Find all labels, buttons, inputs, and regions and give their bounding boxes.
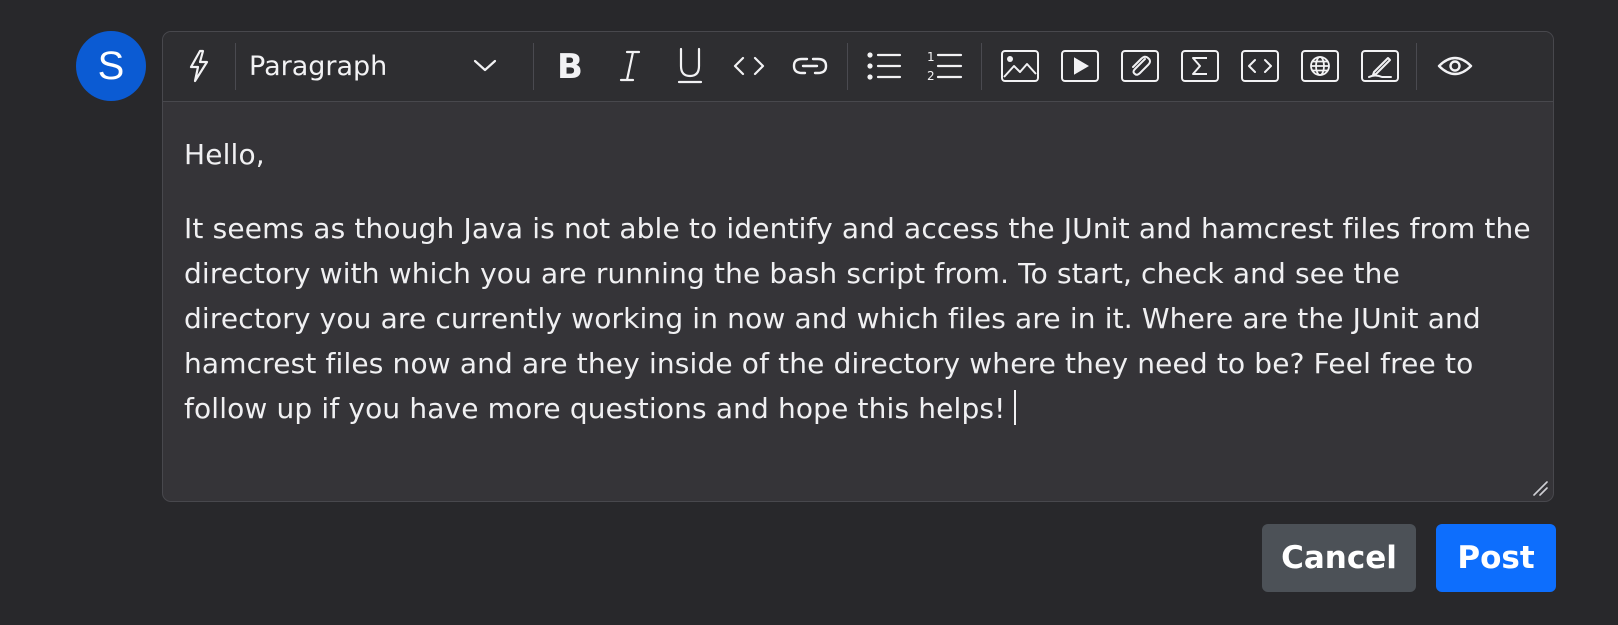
- svg-text:2: 2: [927, 69, 935, 82]
- cancel-button[interactable]: Cancel: [1262, 524, 1416, 592]
- bulleted-list-icon: [867, 52, 902, 80]
- insert-image-button[interactable]: [999, 46, 1041, 86]
- editor-content[interactable]: Hello, It seems as though Java is not ab…: [184, 132, 1533, 460]
- italic-button[interactable]: [610, 46, 650, 86]
- avatar-initial: S: [97, 44, 125, 88]
- insert-video-button[interactable]: [1059, 46, 1101, 86]
- ai-assist-button[interactable]: [179, 46, 219, 86]
- video-icon: [1061, 50, 1099, 82]
- underline-icon: [677, 47, 703, 84]
- image-icon: [1001, 50, 1039, 82]
- code-block-button[interactable]: [1239, 46, 1281, 86]
- block-format-dropdown[interactable]: Paragraph: [249, 46, 497, 86]
- body-text: It seems as though Java is not able to i…: [184, 212, 1531, 425]
- underline-button[interactable]: [670, 46, 710, 86]
- insert-web-embed-button[interactable]: [1299, 46, 1341, 86]
- numbered-list-icon: 1 2: [927, 50, 963, 82]
- toolbar-divider: [847, 43, 848, 90]
- preview-button[interactable]: [1433, 46, 1477, 86]
- chevron-down-icon: [473, 59, 497, 72]
- rich-text-editor: Paragraph B 1 2 Hello, It seems as thoug…: [162, 31, 1554, 502]
- eye-icon: [1437, 56, 1473, 76]
- numbered-list-button[interactable]: 1 2: [923, 46, 965, 86]
- lightning-bolt-icon: [189, 49, 209, 83]
- text-cursor: [1013, 390, 1016, 425]
- insert-math-button[interactable]: [1179, 46, 1221, 86]
- code-block-icon: [1241, 50, 1279, 82]
- editor-toolbar: Paragraph B 1 2: [163, 32, 1553, 102]
- attach-file-button[interactable]: [1119, 46, 1161, 86]
- avatar: S: [76, 31, 146, 101]
- body-paragraph: It seems as though Java is not able to i…: [184, 206, 1533, 431]
- globe-icon: [1301, 50, 1339, 82]
- pen-icon: [1361, 50, 1399, 82]
- toolbar-divider: [235, 43, 236, 90]
- bold-button[interactable]: B: [550, 46, 590, 86]
- draw-button[interactable]: [1359, 46, 1401, 86]
- link-button[interactable]: [788, 46, 832, 86]
- italic-icon: [619, 50, 641, 82]
- svg-text:B: B: [557, 49, 583, 83]
- resize-handle-icon[interactable]: [1532, 480, 1548, 496]
- sigma-icon: [1181, 50, 1219, 82]
- toolbar-divider: [533, 43, 534, 90]
- toolbar-divider: [1416, 43, 1417, 90]
- code-icon: [733, 56, 765, 76]
- inline-code-button[interactable]: [729, 46, 769, 86]
- post-button[interactable]: Post: [1436, 524, 1556, 592]
- bold-icon: B: [557, 49, 583, 83]
- greeting-paragraph: Hello,: [184, 138, 265, 171]
- block-format-value: Paragraph: [249, 50, 388, 82]
- paperclip-icon: [1121, 50, 1159, 82]
- link-icon: [792, 57, 828, 75]
- toolbar-divider: [981, 43, 982, 90]
- svg-text:1: 1: [927, 50, 935, 64]
- bulleted-list-button[interactable]: [863, 46, 905, 86]
